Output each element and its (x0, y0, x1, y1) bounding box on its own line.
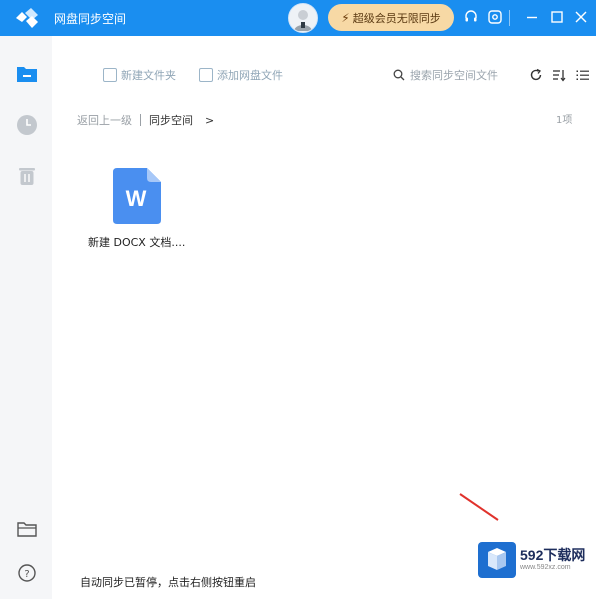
lightning-icon: ⚡ (341, 10, 350, 25)
titlebar-divider (509, 10, 510, 26)
file-name: 新建 DOCX 文档.... (88, 236, 186, 249)
watermark-logo-icon (478, 542, 516, 578)
sync-folder-icon[interactable] (16, 63, 38, 85)
vip-button[interactable]: ⚡ 超级会员无限同步 (328, 4, 454, 31)
breadcrumb: 返回上一级 同步空间 > (77, 112, 214, 128)
refresh-icon[interactable] (529, 68, 543, 82)
close-icon[interactable] (573, 9, 589, 25)
new-folder-button[interactable]: 新建文件夹 (103, 64, 176, 86)
back-link[interactable]: 返回上一级 (77, 112, 132, 128)
breadcrumb-current[interactable]: 同步空间 (149, 112, 193, 128)
sync-status: 自动同步已暂停，点击右侧按钮重启 (80, 576, 256, 589)
watermark-url: www.592xz.com (520, 564, 571, 571)
new-folder-icon (103, 68, 117, 82)
breadcrumb-divider (140, 114, 141, 126)
help-icon[interactable]: ? (16, 562, 38, 584)
app-logo-icon (16, 8, 38, 28)
minimize-icon[interactable] (524, 9, 540, 25)
add-cloud-file-label: 添加网盘文件 (217, 69, 283, 82)
watermark: 592下载网 www.592xz.com (478, 542, 594, 580)
settings-icon[interactable] (487, 9, 503, 25)
search-icon (393, 69, 405, 81)
add-file-icon (199, 68, 213, 82)
sort-icon[interactable] (552, 68, 566, 82)
new-folder-label: 新建文件夹 (121, 69, 176, 82)
list-view-icon[interactable] (576, 68, 590, 82)
breadcrumb-arrow: > (205, 113, 215, 127)
search-input[interactable] (410, 68, 510, 82)
avatar[interactable] (288, 3, 318, 33)
history-clock-icon[interactable] (16, 114, 38, 136)
svg-text:?: ? (24, 569, 29, 580)
trash-icon[interactable] (16, 165, 38, 187)
add-cloud-file-button[interactable]: 添加网盘文件 (199, 64, 283, 86)
vip-label: 超级会员无限同步 (352, 11, 441, 25)
svg-text:W: W (126, 186, 147, 211)
search-box[interactable] (393, 66, 513, 84)
headset-icon[interactable] (463, 9, 479, 25)
word-document-icon: W (113, 168, 161, 224)
user-avatar-icon (294, 10, 312, 31)
open-folder-icon[interactable] (16, 518, 38, 540)
item-count: 1项 (556, 115, 573, 126)
title-bar: 网盘同步空间 ⚡ 超级会员无限同步 (0, 0, 596, 36)
red-annotation-line (459, 493, 499, 521)
app-title: 网盘同步空间 (54, 12, 127, 26)
sidebar: ? (0, 36, 52, 599)
maximize-icon[interactable] (549, 9, 565, 25)
watermark-text: 592下载网 (520, 547, 586, 563)
